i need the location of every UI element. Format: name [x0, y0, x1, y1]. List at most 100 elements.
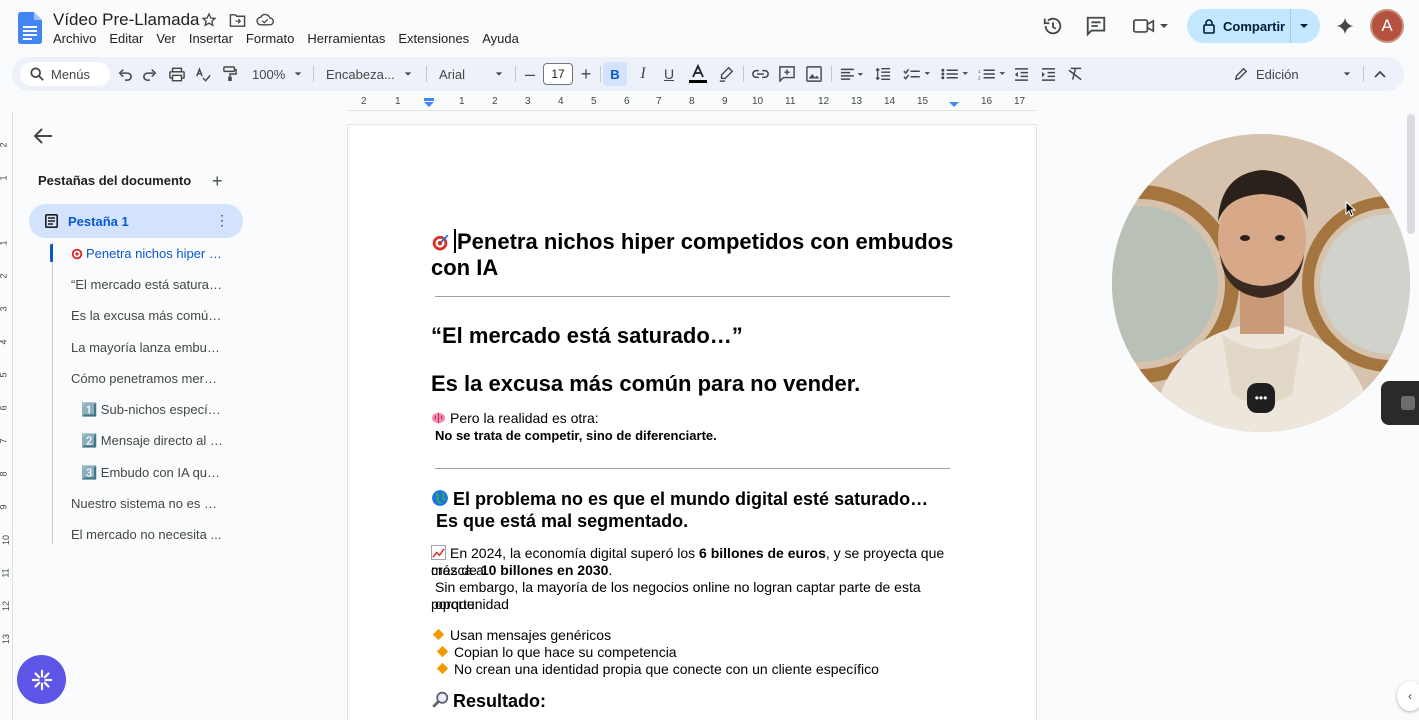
- align-left-icon[interactable]: [836, 57, 868, 91]
- insert-link-icon[interactable]: [749, 57, 771, 91]
- increase-indent-icon[interactable]: [1037, 57, 1059, 91]
- list-item[interactable]: Copian lo que hace su competencia: [435, 644, 677, 661]
- italic-button[interactable]: I: [632, 57, 654, 91]
- outline-item[interactable]: 1️⃣ Sub-nichos específi...: [81, 402, 223, 418]
- heading-2[interactable]: “El mercado está saturado…”: [431, 323, 743, 349]
- undo-icon[interactable]: [114, 57, 136, 91]
- document-title[interactable]: Vídeo Pre-Llamada: [53, 10, 199, 30]
- ruler-tick: 14: [884, 96, 896, 107]
- outline-item[interactable]: Nuestro sistema no es un...: [71, 496, 223, 511]
- chevron-left-icon[interactable]: ‹: [1397, 681, 1419, 711]
- menu-extensiones[interactable]: Extensiones: [398, 31, 469, 46]
- heading-2[interactable]: Es la excusa más común para no vender.: [431, 371, 860, 397]
- print-icon[interactable]: [166, 57, 188, 91]
- line-spacing-icon[interactable]: [872, 57, 894, 91]
- svg-text:1: 1: [978, 69, 981, 74]
- underline-button[interactable]: U: [658, 57, 680, 91]
- menu-ver[interactable]: Ver: [156, 31, 176, 46]
- decrease-indent-icon[interactable]: [1010, 57, 1032, 91]
- move-folder-icon[interactable]: [228, 11, 246, 29]
- redo-icon[interactable]: [139, 57, 161, 91]
- indent-marker-icon[interactable]: [424, 98, 434, 108]
- add-comment-icon[interactable]: [776, 57, 798, 91]
- lock-icon: [1203, 19, 1215, 34]
- outline-item[interactable]: 3️⃣ Embudo con IA que ...: [81, 465, 223, 481]
- star-icon[interactable]: [200, 11, 218, 29]
- comments-icon[interactable]: [1084, 14, 1108, 38]
- increase-font-size-button[interactable]: +: [577, 57, 595, 91]
- outline-item[interactable]: La mayoría lanza embud...: [71, 340, 223, 355]
- style-select[interactable]: Encabeza...: [322, 57, 416, 91]
- account-avatar[interactable]: A: [1370, 9, 1404, 43]
- list-item-text: No crean una identidad propia que conect…: [454, 661, 879, 677]
- chevron-up-icon[interactable]: [1369, 57, 1391, 91]
- heading-3[interactable]: Resultado:: [431, 691, 546, 712]
- outline-item[interactable]: Es la excusa más común ...: [71, 308, 223, 323]
- right-indent-marker-icon[interactable]: [949, 98, 959, 108]
- back-arrow-icon[interactable]: [32, 125, 54, 147]
- video-options-button[interactable]: •••: [1247, 383, 1275, 413]
- numbered-list-icon[interactable]: 12: [975, 57, 1009, 91]
- share-button[interactable]: Compartir: [1187, 9, 1320, 43]
- paragraph[interactable]: Pero la realidad es otra:: [431, 410, 599, 427]
- editing-mode-select[interactable]: Edición: [1234, 57, 1354, 91]
- outline-item[interactable]: El mercado no necesita ...: [71, 527, 223, 542]
- font-select[interactable]: Arial: [435, 57, 507, 91]
- clear-formatting-icon[interactable]: [1064, 57, 1086, 91]
- insert-image-icon[interactable]: [803, 57, 825, 91]
- menu-insertar[interactable]: Insertar: [189, 31, 233, 46]
- font-size-input[interactable]: 17: [543, 63, 573, 85]
- meet-icon[interactable]: [1131, 14, 1171, 38]
- gemini-fab-button[interactable]: [17, 655, 66, 704]
- paragraph[interactable]: porque:: [431, 596, 478, 613]
- document-page[interactable]: Penetra nichos hiper competidos con embu…: [347, 124, 1037, 720]
- ruler-tick: 2: [0, 273, 9, 278]
- spellcheck-icon[interactable]: [192, 57, 214, 91]
- paragraph[interactable]: más de 10 billones en 2030.: [431, 562, 612, 579]
- outline-item[interactable]: “El mercado está saturad...: [71, 277, 223, 292]
- outline-item[interactable]: Cómo penetramos merca...: [71, 371, 223, 386]
- more-vert-icon[interactable]: ⋮: [215, 212, 229, 229]
- outline-item[interactable]: Penetra nichos hiper c...: [71, 246, 223, 261]
- decrease-font-size-button[interactable]: –: [521, 57, 539, 91]
- zoom-select[interactable]: 100%: [248, 57, 306, 91]
- docs-logo-icon[interactable]: [18, 12, 42, 44]
- horizontal-ruler[interactable]: 2 1 1 2 3 4 5 6 7 8 9 10 11 12 13 14 15 …: [347, 93, 1037, 111]
- list-item[interactable]: No crean una identidad propia que conect…: [435, 661, 879, 678]
- checklist-icon[interactable]: [900, 57, 934, 91]
- outline-item[interactable]: 2️⃣ Mensaje directo al p...: [81, 433, 223, 449]
- bold-button[interactable]: B: [603, 62, 627, 86]
- highlight-icon[interactable]: [715, 57, 737, 91]
- history-icon[interactable]: [1041, 14, 1065, 38]
- paragraph[interactable]: Sin embargo, la mayoría de los negocios …: [435, 579, 958, 613]
- font-value: Arial: [439, 66, 466, 82]
- menu-archivo[interactable]: Archivo: [53, 31, 96, 46]
- ruler-tick: 1: [0, 175, 9, 180]
- ruler-tick: 6: [0, 405, 9, 410]
- menu-herramientas[interactable]: Herramientas: [307, 31, 385, 46]
- vertical-ruler[interactable]: 2 1 1 2 3 4 5 6 7 8 9 10 11 12 13: [0, 112, 13, 720]
- ruler-tick: 6: [624, 96, 630, 107]
- menu-editar[interactable]: Editar: [109, 31, 143, 46]
- menu-formato[interactable]: Formato: [246, 31, 294, 46]
- gemini-icon[interactable]: [1333, 14, 1357, 38]
- heading-1[interactable]: Penetra nichos hiper competidos con embu…: [431, 229, 958, 281]
- scrollbar-thumb[interactable]: [1407, 114, 1415, 234]
- menus-search[interactable]: Menús: [20, 62, 110, 86]
- heading-3[interactable]: El problema no es que el mundo digital e…: [431, 489, 928, 510]
- divider: [515, 66, 516, 82]
- share-dropdown-icon[interactable]: [1299, 21, 1309, 31]
- cloud-status-icon[interactable]: [256, 11, 274, 29]
- menu-ayuda[interactable]: Ayuda: [482, 31, 519, 46]
- chevron-down-icon: [294, 72, 302, 76]
- add-tab-button[interactable]: +: [212, 171, 223, 192]
- list-item[interactable]: Usan mensajes genéricos: [431, 627, 611, 644]
- heading-3[interactable]: Es que está mal segmentado.: [436, 511, 688, 532]
- paragraph-bold[interactable]: No se trata de competir, sino de diferen…: [435, 427, 717, 444]
- bulleted-list-icon[interactable]: [938, 57, 972, 91]
- ruler-tick: 2: [361, 96, 367, 107]
- text-color-button[interactable]: [686, 57, 710, 91]
- tab-pestana-1[interactable]: Pestaña 1 ⋮: [29, 204, 243, 238]
- chevron-down-icon: [495, 72, 503, 76]
- paint-format-icon[interactable]: [219, 57, 241, 91]
